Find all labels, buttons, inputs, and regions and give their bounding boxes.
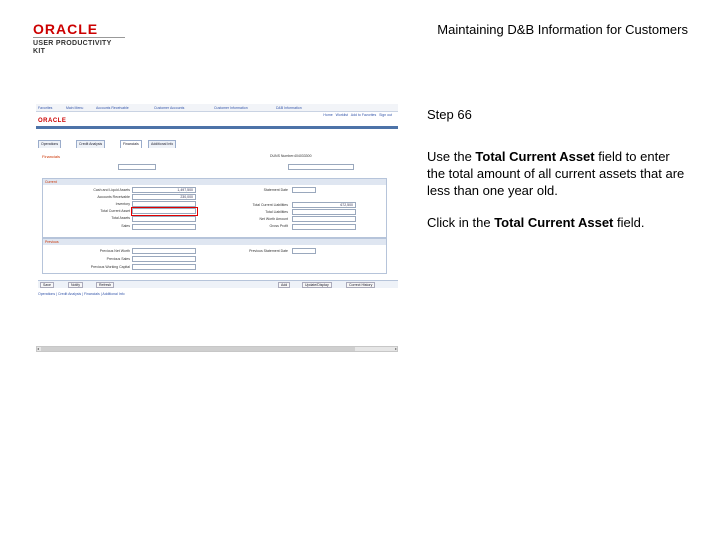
total-current-asset-label: Total Current Asset	[100, 209, 130, 213]
add-button[interactable]: Add	[278, 282, 291, 288]
prev-sales-field[interactable]	[132, 256, 196, 262]
scroll-right-icon[interactable]: ▸	[395, 346, 397, 351]
tab-financials[interactable]: Financials	[120, 140, 142, 148]
gross-profit-label: Gross Profit	[269, 224, 288, 228]
total-liabilities-label: Total Liabilities	[265, 210, 288, 214]
total-assets-label: Total Assets	[111, 216, 130, 220]
document-title: Maintaining D&B Information for Customer…	[437, 22, 688, 37]
screenshot-button-row: Save Notify Refresh Add Update/Display C…	[38, 280, 398, 288]
prev-sales-label: Previous Sales	[106, 257, 130, 261]
screenshot-nav-links: Home Worklist Add to Favorites Sign out	[323, 113, 392, 117]
sales-label: Sales	[121, 224, 130, 228]
screenshot-footer-links[interactable]: Operations | Credit Analysis | Financial…	[38, 292, 125, 296]
inventory-label: Inventory	[115, 202, 130, 206]
instruction-2-field-name: Total Current Asset	[494, 215, 614, 230]
tab-credit-analysis[interactable]: Credit Analysis	[76, 140, 106, 148]
statement-date-label: Statement Date	[263, 188, 288, 192]
statement-type-field[interactable]	[118, 164, 156, 170]
total-liabilities-field[interactable]	[292, 209, 356, 215]
instruction-2-pre: Click in the	[427, 215, 495, 230]
instruction-2-post: field.	[613, 215, 645, 230]
statement-date-field[interactable]	[292, 187, 316, 193]
screenshot-blue-bar	[36, 126, 398, 129]
step-label: Step 66	[427, 107, 472, 122]
current-liabilities-label: Total Current Liabilities	[252, 203, 288, 207]
screenshot-page-heading: Financials	[42, 154, 61, 159]
scroll-left-icon[interactable]: ◂	[37, 346, 39, 351]
format-field[interactable]	[288, 164, 354, 170]
duns-value: 404033300	[294, 154, 312, 158]
receivable-label: Accounts Receivable	[97, 195, 130, 199]
prev-working-capital-field[interactable]	[132, 264, 196, 270]
horizontal-scrollbar[interactable]: ◂ ▸	[36, 346, 398, 352]
notify-button[interactable]: Notify	[68, 282, 83, 288]
tab-operations[interactable]: Operations	[38, 140, 62, 148]
total-assets-field[interactable]	[132, 216, 196, 222]
scrollbar-thumb[interactable]	[41, 347, 355, 351]
previous-section-header: Previous	[43, 239, 386, 245]
prev-working-capital-label: Previous Working Capital	[90, 265, 130, 269]
update-display-button[interactable]: Update/Display	[302, 282, 332, 288]
screenshot-topbar: Favorites Main Menu Accounts Receivable …	[36, 104, 398, 112]
save-button[interactable]: Save	[40, 282, 54, 288]
application-screenshot: Favorites Main Menu Accounts Receivable …	[36, 104, 398, 354]
instruction-1-field-name: Total Current Asset	[475, 149, 595, 164]
logo-upk-text: USER PRODUCTIVITY KIT	[33, 40, 112, 55]
net-worth-label: Net Worth Amount	[259, 217, 288, 221]
prev-net-worth-label: Previous Net Worth	[99, 249, 130, 253]
tab-additional-info[interactable]: Additional Info	[148, 140, 177, 148]
total-current-asset-highlight[interactable]	[131, 207, 198, 216]
prev-statement-date-field[interactable]	[292, 248, 316, 254]
instruction-paragraph-2: Click in the Total Current Asset field.	[427, 214, 687, 231]
oracle-upk-logo: ORACLE USER PRODUCTIVITY KIT	[33, 21, 125, 55]
logo-divider	[33, 37, 125, 38]
net-worth-field[interactable]	[292, 216, 356, 222]
receivable-field[interactable]: 230,000	[132, 194, 196, 200]
current-section-header: Current	[43, 179, 386, 185]
instruction-1-pre: Use the	[427, 149, 476, 164]
cash-label: Cash and Liquid Assets	[93, 188, 130, 192]
logo-oracle-text: ORACLE	[33, 21, 99, 37]
sales-field[interactable]	[132, 224, 196, 230]
current-liabilities-field[interactable]: 672,500	[292, 202, 356, 208]
duns-label: DUNS Number:	[270, 154, 295, 158]
refresh-button[interactable]: Refresh	[96, 282, 115, 288]
prev-statement-date-label: Previous Statement Date	[249, 249, 288, 253]
correct-history-button[interactable]: Correct History	[346, 282, 376, 288]
prev-net-worth-field[interactable]	[132, 248, 196, 254]
screenshot-brand: ORACLE	[38, 118, 67, 124]
gross-profit-field[interactable]	[292, 224, 356, 230]
instruction-paragraph-1: Use the Total Current Asset field to ent…	[427, 148, 687, 199]
cash-field[interactable]: 1,497,500	[132, 187, 196, 193]
